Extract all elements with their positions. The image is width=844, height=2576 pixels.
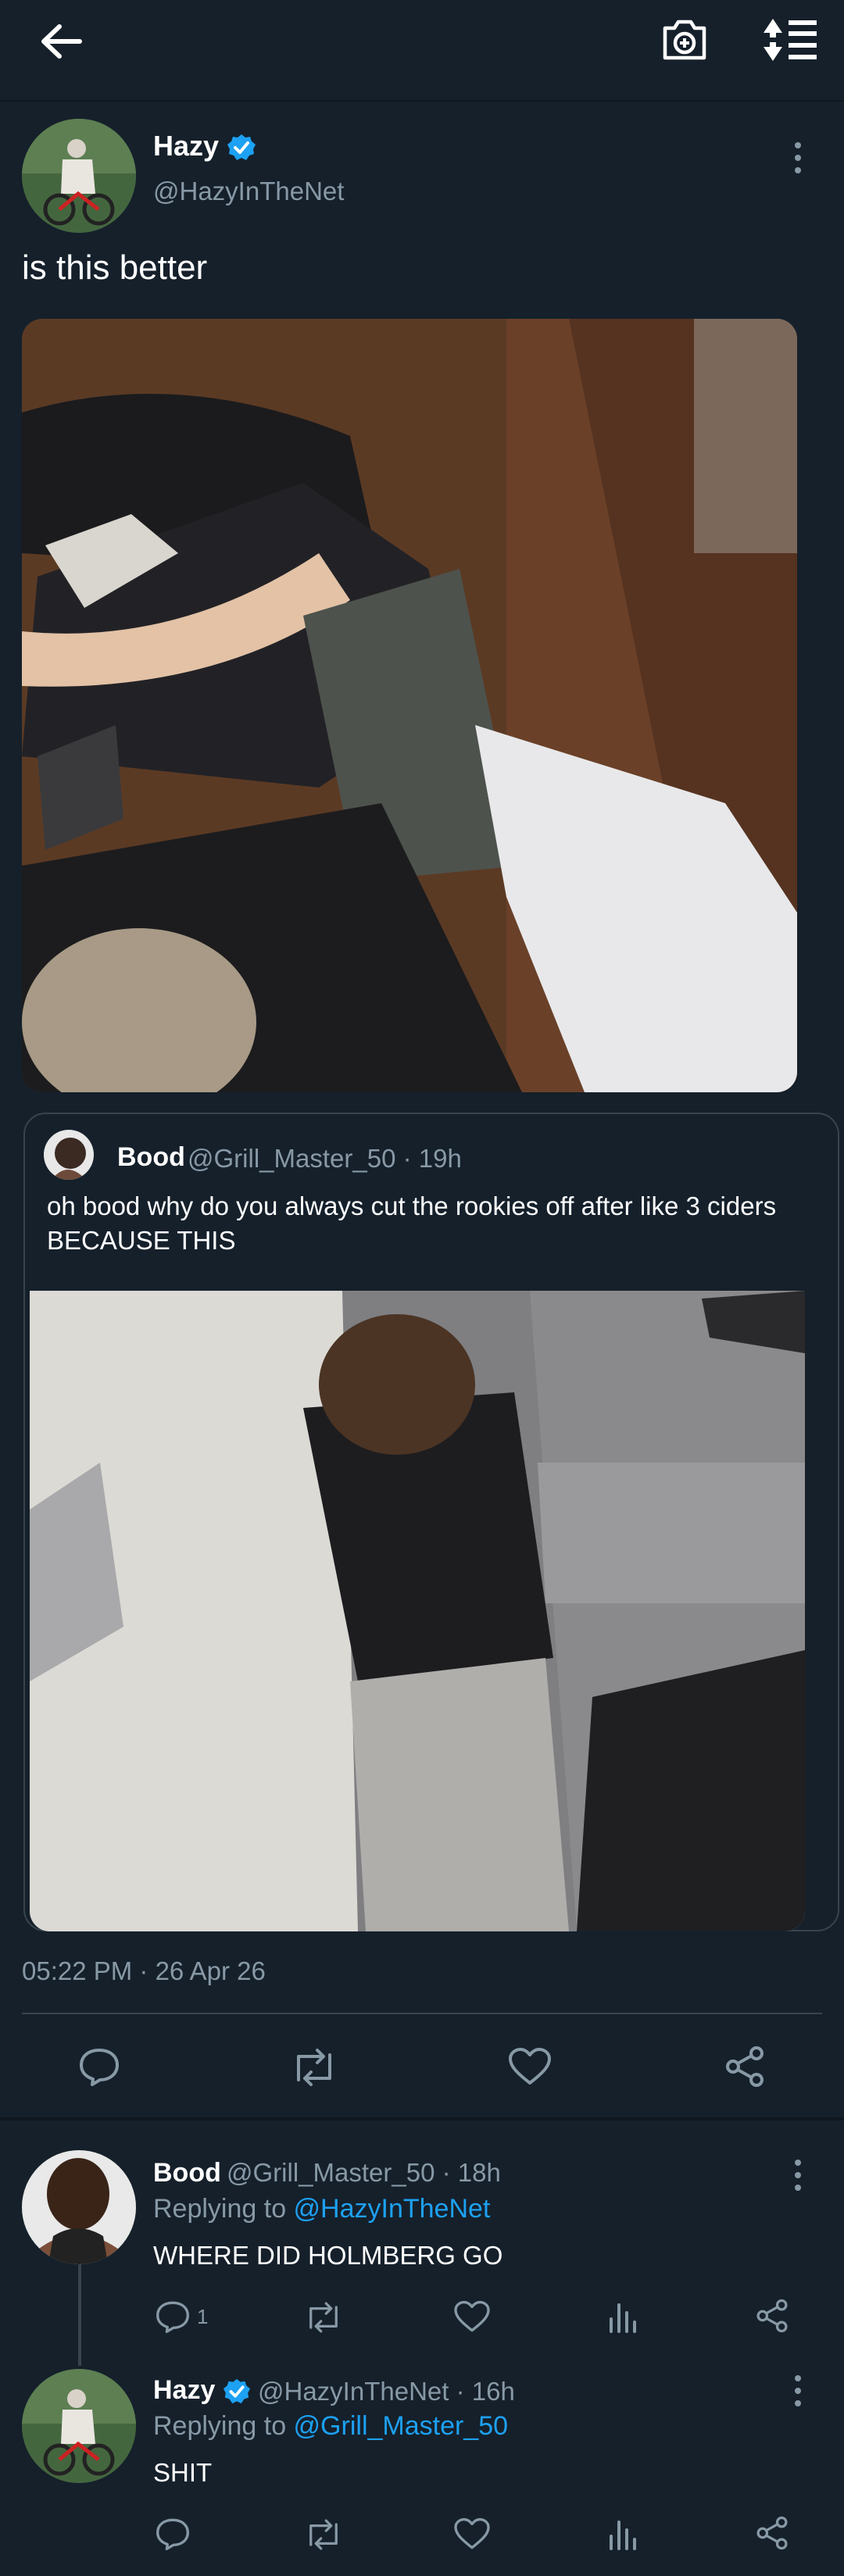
like-heart-icon[interactable] <box>508 2047 552 2086</box>
quoted-tweet[interactable]: Bood @Grill_Master_50 · 19h oh bood why … <box>23 1113 839 1931</box>
reply-icon[interactable] <box>155 2300 191 2333</box>
quoted-author-meta: @Grill_Master_50 · 19h <box>188 1144 462 1173</box>
reply-icon[interactable] <box>78 2047 120 2086</box>
tweet-photo[interactable] <box>22 319 797 1092</box>
more-options-icon[interactable] <box>794 142 802 177</box>
reply-count: 1 <box>197 2305 209 2328</box>
retweet-icon[interactable] <box>303 2302 344 2333</box>
divider <box>0 2117 844 2120</box>
sort-arrows-icon[interactable] <box>762 17 818 63</box>
avatar[interactable] <box>22 119 136 233</box>
more-options-icon[interactable] <box>794 2375 802 2410</box>
reply-avatar[interactable] <box>22 2369 136 2483</box>
tweet-timestamp: 05:22 PM · 26 Apr 26 <box>22 1956 266 1985</box>
retweet-icon[interactable] <box>303 2519 344 2550</box>
author-name[interactable]: Hazy <box>153 130 256 163</box>
arrow-left-icon[interactable] <box>39 23 83 59</box>
camera-plus-icon[interactable] <box>660 17 709 63</box>
reply-icon[interactable] <box>155 2517 191 2550</box>
reply-author-name[interactable]: Hazy <box>153 2375 251 2406</box>
analytics-icon[interactable] <box>606 2517 638 2550</box>
share-icon[interactable] <box>755 2299 789 2333</box>
replying-to: Replying to @Grill_Master_50 <box>153 2411 509 2441</box>
divider <box>22 2013 822 2014</box>
quoted-author-name: Bood <box>117 1142 185 1172</box>
like-heart-icon[interactable] <box>453 2517 491 2550</box>
thread-connector <box>78 2264 81 2366</box>
share-icon[interactable] <box>755 2516 789 2550</box>
replying-to: Replying to @HazyInTheNet <box>153 2194 491 2224</box>
top-bar <box>0 0 844 88</box>
tweet-text: is this better <box>22 248 208 287</box>
analytics-icon[interactable] <box>606 2300 638 2333</box>
reply-author-meta: @HazyInTheNet · 16h <box>258 2377 515 2406</box>
author-handle[interactable]: @HazyInTheNet <box>153 177 344 206</box>
more-options-icon[interactable] <box>794 2160 802 2194</box>
topbar-divider <box>0 100 844 102</box>
share-icon[interactable] <box>724 2045 766 2088</box>
reply-author-name[interactable]: Bood <box>153 2158 221 2188</box>
verified-badge-icon <box>227 134 256 161</box>
quoted-photo[interactable] <box>30 1291 805 1931</box>
reply-author-meta: @Grill_Master_50 · 18h <box>227 2158 501 2187</box>
verified-badge-icon <box>223 2378 250 2404</box>
like-heart-icon[interactable] <box>453 2300 491 2333</box>
quoted-text: oh bood why do you always cut the rookie… <box>47 1192 777 1255</box>
replying-to-link[interactable]: @Grill_Master_50 <box>294 2411 509 2441</box>
replying-to-link[interactable]: @HazyInTheNet <box>294 2194 491 2224</box>
reply-text: SHIT <box>153 2458 213 2487</box>
reply-text: WHERE DID HOLMBERG GO <box>153 2241 503 2270</box>
quoted-avatar <box>44 1130 94 1180</box>
reply-avatar[interactable] <box>22 2150 136 2264</box>
retweet-icon[interactable] <box>289 2049 339 2086</box>
